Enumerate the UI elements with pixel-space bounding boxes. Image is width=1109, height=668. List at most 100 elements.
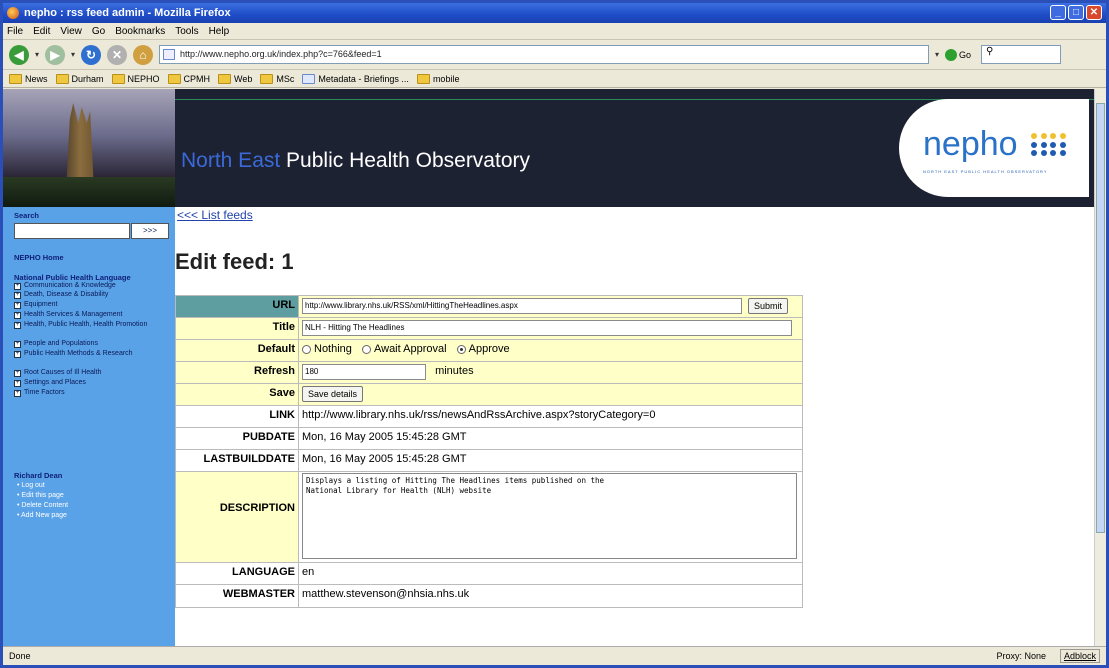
- forward-arrow-icon[interactable]: ▶: [45, 44, 66, 65]
- bookmark-cpmh[interactable]: CPMH: [167, 73, 211, 84]
- back-dropdown-icon[interactable]: ▾: [35, 50, 39, 59]
- proxy-status[interactable]: Proxy: None: [996, 651, 1046, 661]
- address-bar[interactable]: http://www.nepho.org.uk/index.php?c=766&…: [159, 45, 930, 64]
- radio-icon: [361, 344, 371, 354]
- bookmark-news[interactable]: News: [9, 73, 48, 84]
- category-label: Health, Public Health, Health Promotion: [24, 321, 148, 328]
- webmaster-row: WEBMASTER matthew.stevenson@nhsia.nhs.uk: [176, 585, 802, 607]
- webmaster-label: WEBMASTER: [176, 585, 299, 607]
- user-link-add[interactable]: • Add New page: [17, 512, 67, 520]
- category-label: Settings and Places: [24, 379, 86, 386]
- vertical-scrollbar[interactable]: [1094, 89, 1106, 646]
- language-value: en: [299, 563, 802, 584]
- sidebar-search-input[interactable]: [14, 223, 130, 239]
- home-link[interactable]: NEPHO Home: [14, 253, 64, 262]
- description-row: DESCRIPTION Displays a listing of Hittin…: [176, 472, 802, 563]
- address-dropdown-icon[interactable]: ▾: [935, 50, 939, 59]
- category-item[interactable]: + Time Factors: [14, 389, 172, 397]
- menu-go[interactable]: Go: [92, 26, 105, 37]
- refresh-label: Refresh: [176, 362, 299, 383]
- close-button[interactable]: ✕: [1086, 5, 1102, 20]
- stop-icon[interactable]: ✕: [107, 44, 128, 65]
- list-feeds-link[interactable]: <<< List feeds: [177, 208, 253, 222]
- radio-await-approval[interactable]: Await Approval: [361, 343, 447, 355]
- user-link-label: Add New page: [21, 512, 67, 519]
- minimize-button[interactable]: _: [1050, 5, 1066, 20]
- folder-icon: [9, 73, 22, 84]
- bookmark-nepho[interactable]: NEPHO: [111, 73, 160, 84]
- bookmark-msc[interactable]: MSc: [260, 73, 294, 84]
- link-row: LINK http://www.library.nhs.uk/rss/newsA…: [176, 406, 802, 428]
- save-details-button[interactable]: Save details: [302, 386, 364, 402]
- adblock-button[interactable]: Adblock: [1059, 649, 1100, 663]
- category-label: Time Factors: [24, 389, 65, 396]
- category-item[interactable]: + Health, Public Health, Health Promotion: [14, 321, 154, 329]
- search-engine-input[interactable]: ⚲: [981, 45, 1062, 64]
- category-item[interactable]: + Root Causes of Ill Health: [14, 369, 172, 377]
- bookmark-label: mobile: [432, 73, 460, 84]
- category-label: Equipment: [24, 301, 58, 308]
- category-item[interactable]: + Public Health Methods & Research: [14, 350, 134, 358]
- user-link-logout[interactable]: • Log out: [17, 482, 45, 490]
- pubdate-row: PUBDATE Mon, 16 May 2005 15:45:28 GMT: [176, 428, 802, 450]
- header-photo: [3, 89, 175, 207]
- refresh-input[interactable]: 180: [302, 364, 426, 380]
- window-title: nepho : rss feed admin - Mozilla Firefox: [24, 7, 231, 19]
- site-header: North East Public Health Observatory nep…: [3, 89, 1100, 207]
- home-icon[interactable]: ⌂: [133, 44, 154, 65]
- page-icon: [302, 73, 316, 84]
- menu-help[interactable]: Help: [209, 26, 230, 37]
- user-link-label: Log out: [21, 482, 45, 489]
- language-row: LANGUAGE en: [176, 563, 802, 585]
- submit-button[interactable]: Submit: [748, 298, 789, 314]
- save-label: Save: [176, 384, 299, 405]
- category-item[interactable]: + Health Services & Management: [14, 311, 172, 319]
- bookmark-label: CPMH: [183, 73, 211, 84]
- go-button[interactable]: Go: [945, 45, 975, 64]
- tower-shape: [66, 103, 94, 183]
- url-input[interactable]: http://www.library.nhs.uk/RSS/xml/Hittin…: [302, 298, 742, 314]
- radio-selected-icon: [456, 344, 466, 354]
- menu-tools[interactable]: Tools: [175, 26, 198, 37]
- back-arrow-icon[interactable]: ◀: [9, 44, 29, 65]
- user-link-label: Edit this page: [21, 492, 64, 499]
- scrollbar-thumb[interactable]: [1096, 103, 1105, 533]
- radio-approve[interactable]: Approve: [456, 343, 510, 355]
- status-text: Done: [9, 651, 31, 661]
- category-item[interactable]: + Death, Disease & Disability: [14, 291, 172, 299]
- maximize-button[interactable]: □: [1068, 5, 1084, 20]
- menu-view[interactable]: View: [60, 26, 82, 37]
- lastbuilddate-label: LASTBUILDDATE: [176, 450, 299, 471]
- menu-bookmarks[interactable]: Bookmarks: [115, 26, 165, 37]
- description-textarea[interactable]: Displays a listing of Hitting The Headli…: [302, 473, 797, 559]
- radio-nothing[interactable]: Nothing: [302, 343, 352, 355]
- category-item[interactable]: + Settings and Places: [14, 379, 172, 387]
- feed-form: URL http://www.library.nhs.uk/RSS/xml/Hi…: [175, 295, 803, 608]
- bookmark-label: Metadata - Briefings ...: [318, 73, 409, 84]
- bookmark-durham[interactable]: Durham: [55, 73, 104, 84]
- go-icon: [945, 48, 958, 61]
- go-label: Go: [959, 49, 972, 60]
- logo-dots-icon: [1031, 133, 1067, 157]
- nepho-logo[interactable]: nepho NORTH EAST PUBLIC HEALTH OBSERVATO…: [899, 99, 1089, 197]
- sidebar-search-button[interactable]: >>>: [131, 223, 169, 239]
- refresh-row: Refresh 180 minutes: [176, 362, 802, 384]
- menu-file[interactable]: File: [7, 26, 23, 37]
- forward-dropdown-icon[interactable]: ▾: [71, 50, 75, 59]
- bookmark-web[interactable]: Web: [218, 73, 252, 84]
- category-label: Health Services & Management: [24, 311, 123, 318]
- reload-icon[interactable]: ↻: [81, 44, 102, 65]
- bookmark-metadata[interactable]: Metadata - Briefings ...: [302, 73, 409, 84]
- title-input[interactable]: NLH - Hitting The Headlines: [302, 320, 792, 336]
- bookmark-mobile[interactable]: mobile: [416, 73, 460, 84]
- category-item[interactable]: + People and Populations: [14, 340, 172, 348]
- category-item[interactable]: + Communication & Knowledge: [14, 282, 172, 290]
- category-item[interactable]: + Equipment: [14, 301, 172, 309]
- user-link-edit[interactable]: • Edit this page: [17, 492, 64, 500]
- menu-edit[interactable]: Edit: [33, 26, 50, 37]
- folder-icon: [218, 73, 232, 84]
- logo-text: nepho: [923, 125, 1018, 163]
- site-title: North East Public Health Observatory: [181, 149, 530, 173]
- url-label: URL: [176, 296, 299, 317]
- user-link-delete[interactable]: • Delete Content: [17, 502, 68, 510]
